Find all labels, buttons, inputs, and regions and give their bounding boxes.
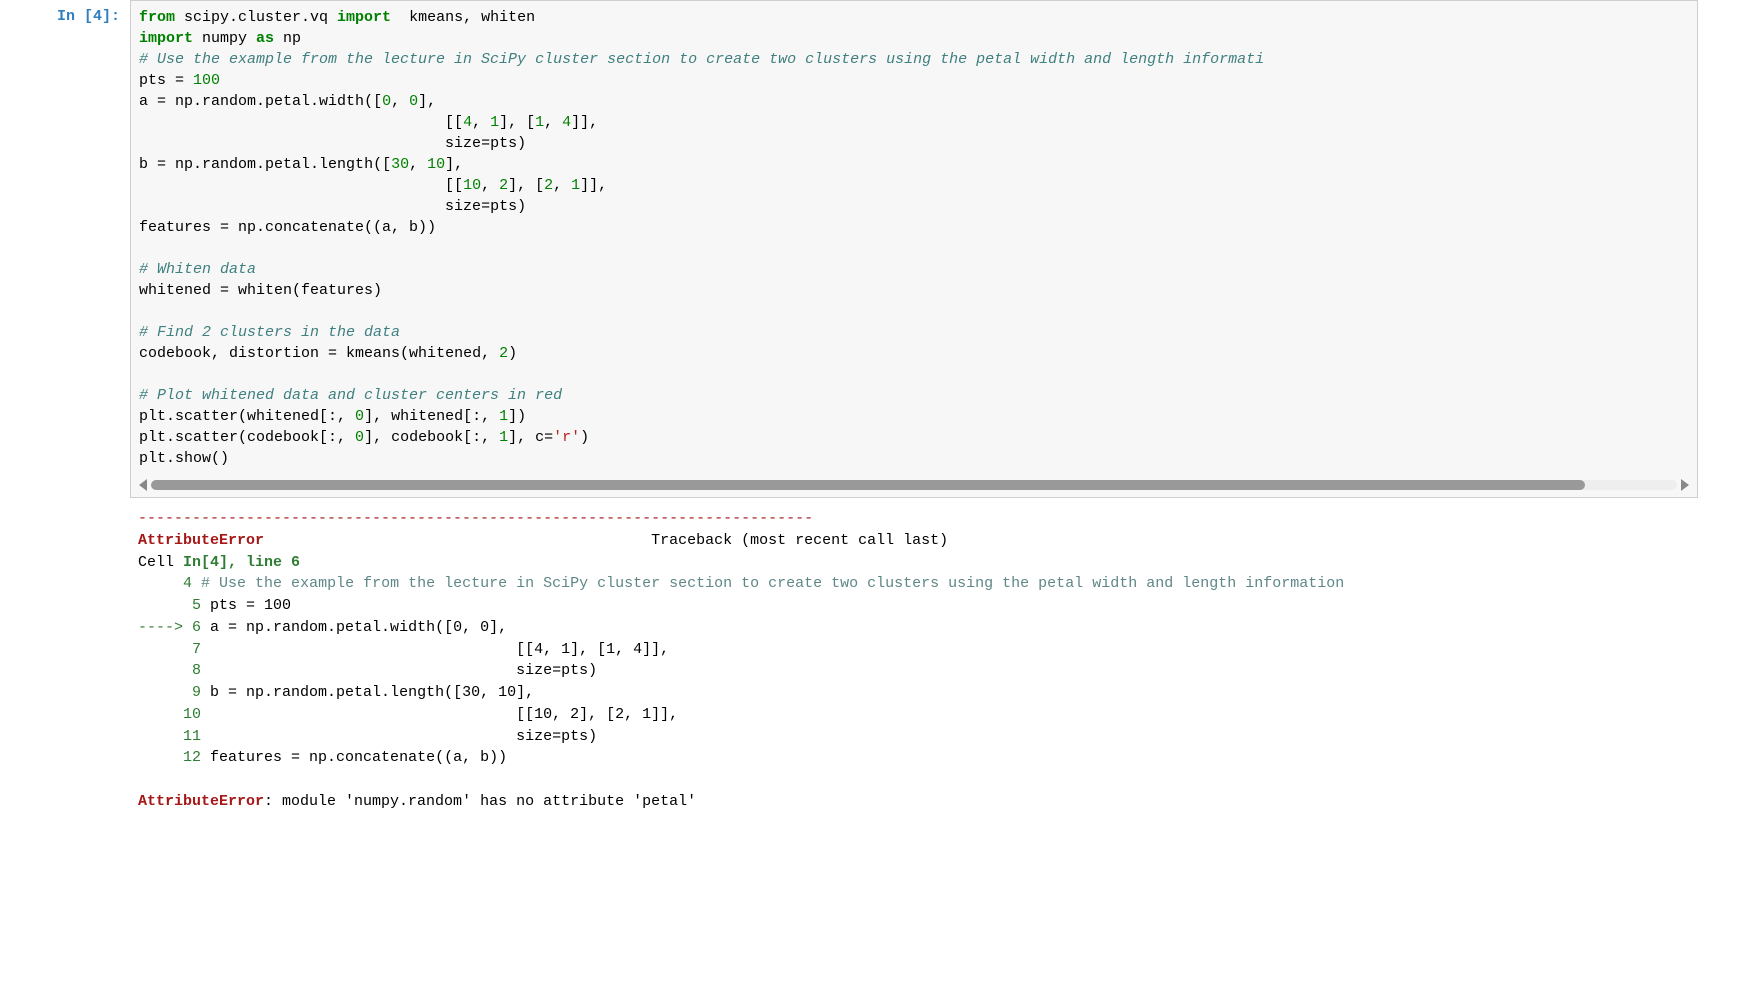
horizontal-scrollbar[interactable]	[139, 479, 1689, 491]
code-cell: In [4]: from scipy.cluster.vq import kme…	[40, 0, 1698, 498]
code-text[interactable]: from scipy.cluster.vq import kmeans, whi…	[139, 7, 1689, 469]
error-output: ----------------------------------------…	[130, 502, 1698, 819]
scroll-track[interactable]	[151, 480, 1677, 490]
input-prompt: In [4]:	[40, 0, 130, 498]
output-cell: ----------------------------------------…	[40, 502, 1698, 819]
traceback-text: ----------------------------------------…	[138, 508, 1690, 813]
scroll-right-icon[interactable]	[1681, 479, 1689, 491]
notebook: In [4]: from scipy.cluster.vq import kme…	[0, 0, 1738, 843]
scroll-thumb[interactable]	[151, 480, 1585, 490]
scroll-left-icon[interactable]	[139, 479, 147, 491]
code-input-area[interactable]: from scipy.cluster.vq import kmeans, whi…	[130, 0, 1698, 498]
output-prompt	[40, 502, 130, 819]
